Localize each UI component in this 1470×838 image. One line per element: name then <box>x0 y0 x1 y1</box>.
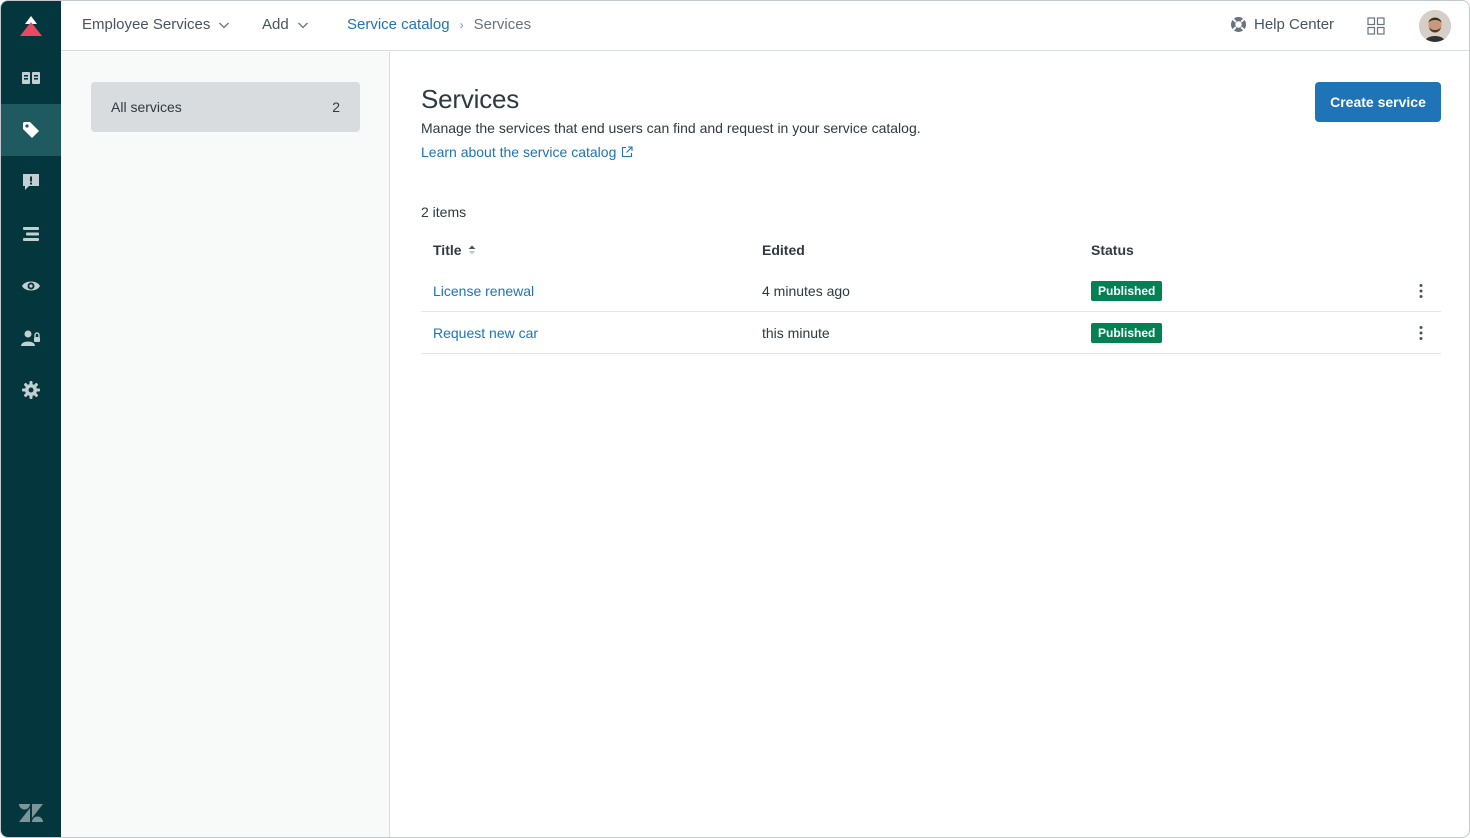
status-badge: Published <box>1091 280 1163 301</box>
rail-item-settings[interactable] <box>1 364 61 416</box>
table-header: Title Edited Status <box>421 230 1441 270</box>
rail-item-user-permissions[interactable] <box>1 312 61 364</box>
row-overflow-menu-icon[interactable] <box>1413 283 1429 299</box>
apps-grid-icon[interactable] <box>1367 17 1385 35</box>
rail-item-feedback[interactable] <box>1 156 61 208</box>
table-row: License renewal 4 minutes ago Published <box>421 270 1441 312</box>
brand-selector[interactable]: Employee Services <box>82 16 230 33</box>
service-edited: 4 minutes ago <box>762 282 850 299</box>
breadcrumb: Service catalog › Services <box>347 16 531 33</box>
app-window: Employee Services Add Service catalog › … <box>0 0 1470 838</box>
rail-item-preview[interactable] <box>1 260 61 312</box>
sort-ascending-icon <box>468 245 476 255</box>
status-badge: Published <box>1091 322 1163 343</box>
rail-item-service-catalog[interactable] <box>1 104 61 156</box>
external-link-icon <box>622 146 633 158</box>
service-title-link[interactable]: License renewal <box>433 283 534 299</box>
tag-icon <box>23 122 39 138</box>
services-table: Title Edited Status License renewal 4 mi… <box>421 230 1441 354</box>
zendesk-logo-icon[interactable] <box>1 801 61 825</box>
services-sidebar: All services 2 <box>61 52 390 837</box>
learn-link-label: Learn about the service catalog <box>421 144 617 160</box>
rail-item-knowledge[interactable] <box>1 52 61 104</box>
add-menu-label: Add <box>262 16 289 33</box>
item-count: 2 items <box>421 204 467 220</box>
sidebar-item-all-services[interactable]: All services 2 <box>91 82 360 132</box>
feedback-icon <box>23 174 39 190</box>
guide-logo-icon[interactable] <box>1 1 61 51</box>
breadcrumb-current: Services <box>473 16 532 33</box>
learn-about-service-catalog-link[interactable]: Learn about the service catalog <box>421 144 633 160</box>
product-rail <box>1 1 61 837</box>
user-permissions-icon <box>21 330 40 346</box>
create-service-button[interactable]: Create service <box>1315 82 1441 122</box>
settings-icon <box>22 381 40 399</box>
sidebar-item-label: All services <box>111 99 182 115</box>
breadcrumb-service-catalog[interactable]: Service catalog <box>347 16 450 33</box>
service-title-link[interactable]: Request new car <box>433 325 538 341</box>
sidebar-item-count: 2 <box>332 99 340 115</box>
chevron-down-icon <box>297 22 308 28</box>
page-title: Services <box>421 84 520 114</box>
lifebuoy-icon <box>1231 17 1246 32</box>
row-overflow-menu-icon[interactable] <box>1413 325 1429 341</box>
add-menu[interactable]: Add <box>262 16 309 33</box>
column-title-label: Title <box>433 242 462 258</box>
main-content: Services Manage the services that end us… <box>391 52 1469 837</box>
chevron-right-icon: › <box>459 17 464 32</box>
preview-icon <box>22 281 40 291</box>
table-row: Request new car this minute Published <box>421 312 1441 354</box>
rail-item-arrange-content[interactable] <box>1 208 61 260</box>
column-header-edited[interactable]: Edited <box>750 242 1079 258</box>
service-edited: this minute <box>762 324 830 341</box>
top-bar: Employee Services Add Service catalog › … <box>61 1 1469 51</box>
knowledge-icon <box>22 72 40 84</box>
help-center-link[interactable]: Help Center <box>1230 16 1334 33</box>
column-header-status[interactable]: Status <box>1079 242 1399 258</box>
column-header-title[interactable]: Title <box>421 242 750 258</box>
avatar-icon <box>1419 10 1451 42</box>
user-avatar[interactable] <box>1419 10 1451 42</box>
brand-selector-label: Employee Services <box>82 16 211 33</box>
chevron-down-icon <box>219 22 230 28</box>
page-description: Manage the services that end users can f… <box>421 120 921 136</box>
arrange-content-icon <box>23 227 39 241</box>
help-center-label: Help Center <box>1254 16 1335 33</box>
